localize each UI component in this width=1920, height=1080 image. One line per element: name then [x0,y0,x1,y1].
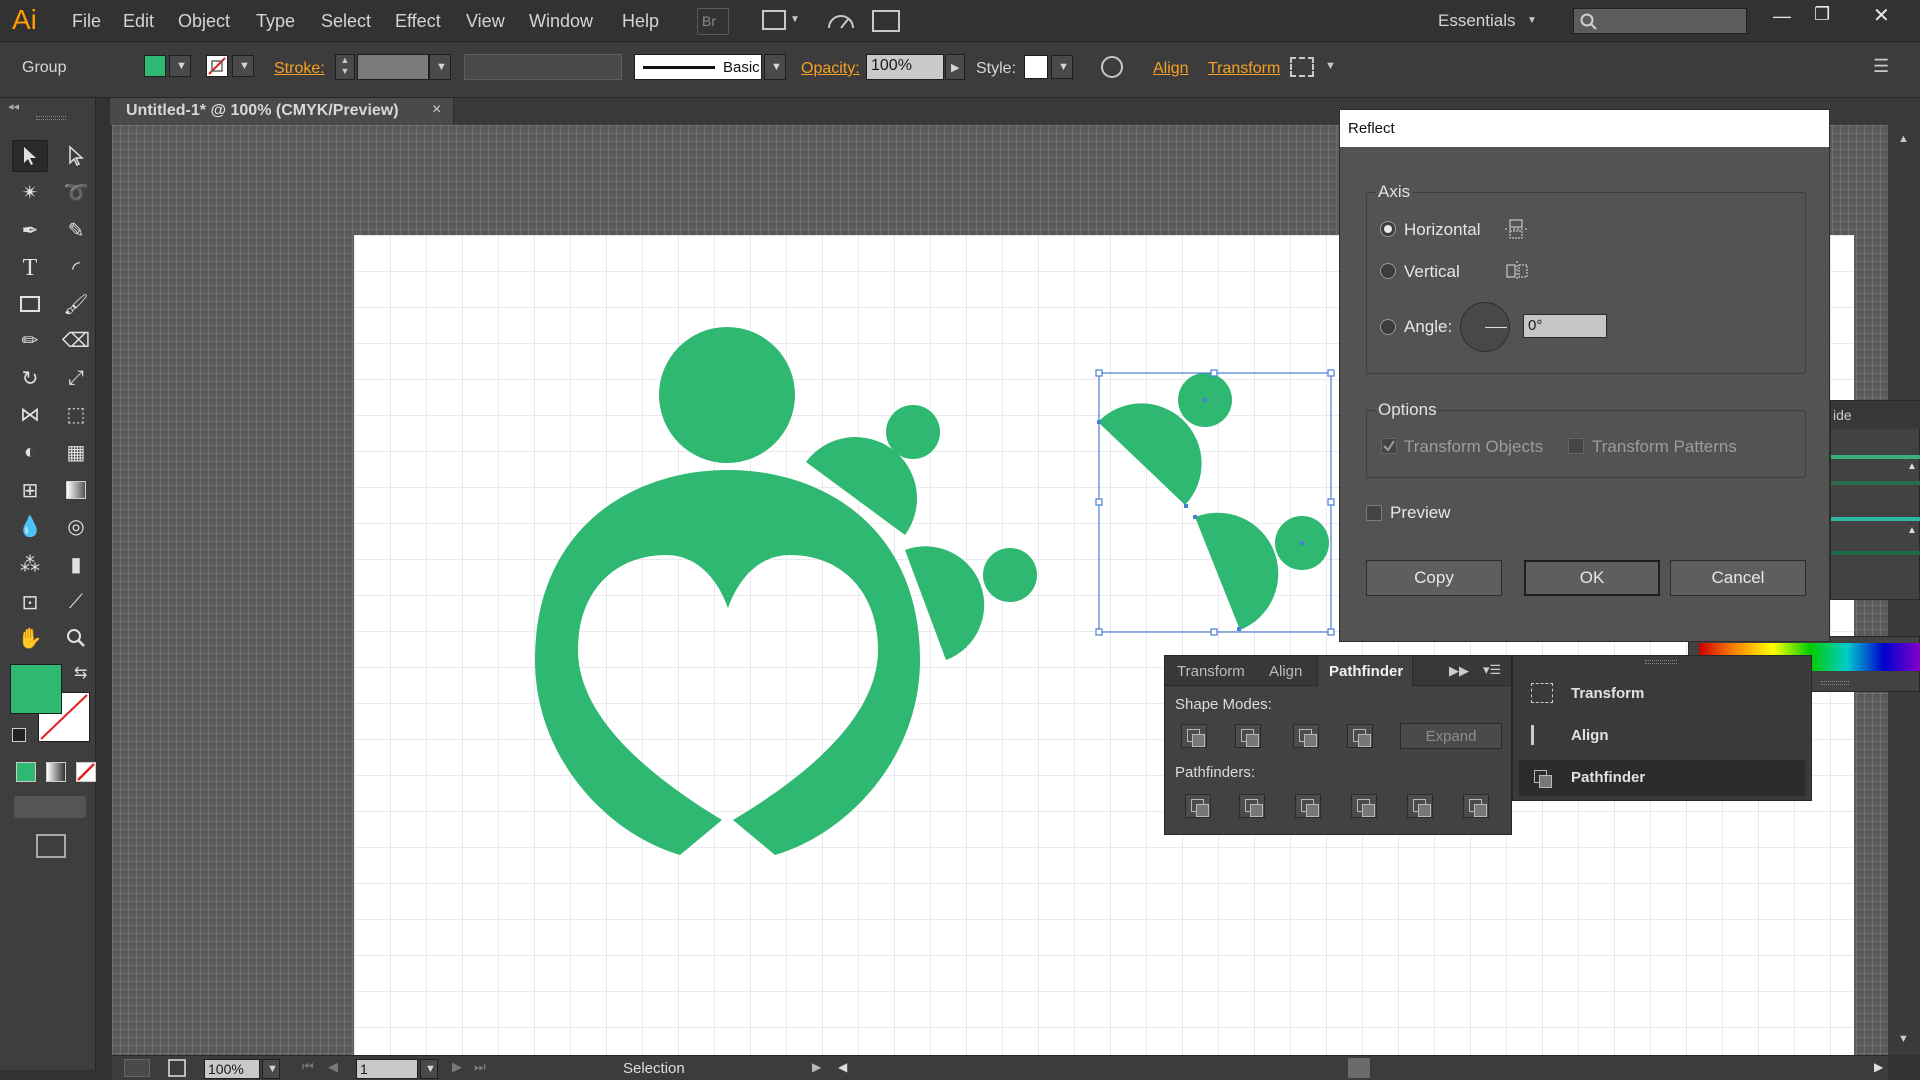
vertical-label[interactable]: Vertical [1404,262,1460,282]
zoom-field[interactable]: 100% [204,1059,260,1079]
angle-field[interactable]: 0° [1523,314,1607,338]
divide-button[interactable] [1185,794,1211,818]
transform-objects-checkbox[interactable] [1381,438,1397,454]
reflect-dialog: Reflect Axis Horizontal Vertical Angle: … [1339,109,1830,642]
logo-small-circle-2 [983,548,1037,602]
logo-heart-ring [535,470,920,855]
partial-panel-right: ide ▲ ▲ [1830,400,1920,600]
outline-button[interactable] [1407,794,1433,818]
selected-group[interactable] [1095,369,1335,636]
angle-radio[interactable] [1380,319,1396,335]
logo-head-circle [659,327,795,463]
last-artboard-icon[interactable]: ⏭ [474,1059,486,1075]
pathfinder-icon [1529,766,1555,790]
trim-button[interactable] [1239,794,1265,818]
status-menu-icon[interactable]: ▶ [812,1060,821,1074]
first-artboard-icon[interactable]: ⏮ [302,1059,314,1075]
minus-back-button[interactable] [1463,794,1489,818]
transform-objects-label: Transform Objects [1404,437,1544,456]
horizontal-label[interactable]: Horizontal [1404,220,1481,240]
slider-track-1[interactable] [1831,455,1920,459]
angle-dial[interactable] [1460,302,1510,352]
export-icon[interactable] [168,1059,186,1077]
copy-button[interactable]: Copy [1366,560,1502,596]
dock-item-transform[interactable]: Transform [1519,676,1805,712]
scroll-right-icon[interactable]: ▶ [1874,1060,1883,1074]
crop-button[interactable] [1351,794,1377,818]
scroll-down-icon[interactable]: ▼ [1898,1033,1909,1045]
exclude-button[interactable] [1347,724,1373,748]
previous-artboard-icon[interactable]: ◀ [328,1059,338,1075]
align-icon [1531,725,1553,745]
partial-panel-tab[interactable]: ide [1833,407,1852,423]
minus-front-button[interactable] [1235,724,1261,748]
tab-align[interactable]: Align [1269,663,1302,680]
dialog-title: Reflect [1340,110,1829,147]
next-artboard-icon[interactable]: ▶ [452,1059,462,1075]
reflect-vertical-icon [1504,260,1530,282]
transform-patterns-label: Transform Patterns [1592,437,1737,456]
dock-item-pathfinder[interactable]: Pathfinder [1519,760,1805,796]
status-text: Selection [623,1060,685,1077]
slider-track-2[interactable] [1831,517,1920,521]
scroll-up-icon[interactable]: ▲ [1898,133,1909,145]
pathfinders-label: Pathfinders: [1175,764,1256,781]
options-legend: Options [1376,400,1439,420]
vertical-radio[interactable] [1380,263,1396,279]
merge-button[interactable] [1295,794,1321,818]
pathfinder-panel: Transform Align Pathfinder ▶▶ ▾☰ Shape M… [1164,655,1512,835]
expand-button[interactable]: Expand [1400,723,1502,749]
slider-thumb-icon[interactable]: ▲ [1907,461,1917,472]
transform-patterns-checkbox[interactable] [1568,438,1584,454]
scroll-left-icon[interactable]: ◀ [838,1060,847,1074]
ok-button[interactable]: OK [1524,560,1660,596]
preview-checkbox[interactable] [1366,505,1382,521]
angle-label[interactable]: Angle: [1404,317,1452,337]
expand-panel-icon[interactable]: ▶▶ [1449,663,1469,679]
zoom-dropdown[interactable]: ▼ [262,1059,280,1079]
dock-item-label: Transform [1571,685,1645,702]
reflect-horizontal-icon [1504,218,1530,240]
dock-item-label: Align [1571,727,1609,744]
tab-pathfinder[interactable]: Pathfinder [1329,663,1403,680]
collapsed-panel-dock: Transform Align Pathfinder [1512,655,1812,801]
dock-grip[interactable] [1645,660,1677,664]
artboard-number-field[interactable]: 1 [356,1059,418,1079]
panel-menu-icon[interactable]: ▾☰ [1483,662,1501,678]
cancel-button[interactable]: Cancel [1670,560,1806,596]
tab-transform[interactable]: Transform [1177,663,1245,680]
slider-thumb-icon[interactable]: ▲ [1907,525,1917,536]
axis-legend: Axis [1376,182,1413,202]
dock-item-align[interactable]: Align [1519,718,1805,754]
horizontal-radio[interactable] [1380,221,1396,237]
status-bar: 100% ▼ ⏮ ◀ 1 ▼ ▶ ⏭ Selection ▶ ◀ ▶ [112,1055,1888,1080]
transform-icon [1531,683,1553,703]
horizontal-scroll-thumb[interactable] [1348,1058,1370,1078]
dock-item-label: Pathfinder [1571,769,1646,786]
shape-modes-label: Shape Modes: [1175,696,1272,713]
unite-button[interactable] [1181,724,1207,748]
artboard-dropdown[interactable]: ▼ [420,1059,438,1079]
preview-label[interactable]: Preview [1390,503,1450,523]
mother-baby-logo[interactable] [535,327,1037,855]
intersect-button[interactable] [1293,724,1319,748]
gear-icon[interactable] [124,1059,150,1077]
